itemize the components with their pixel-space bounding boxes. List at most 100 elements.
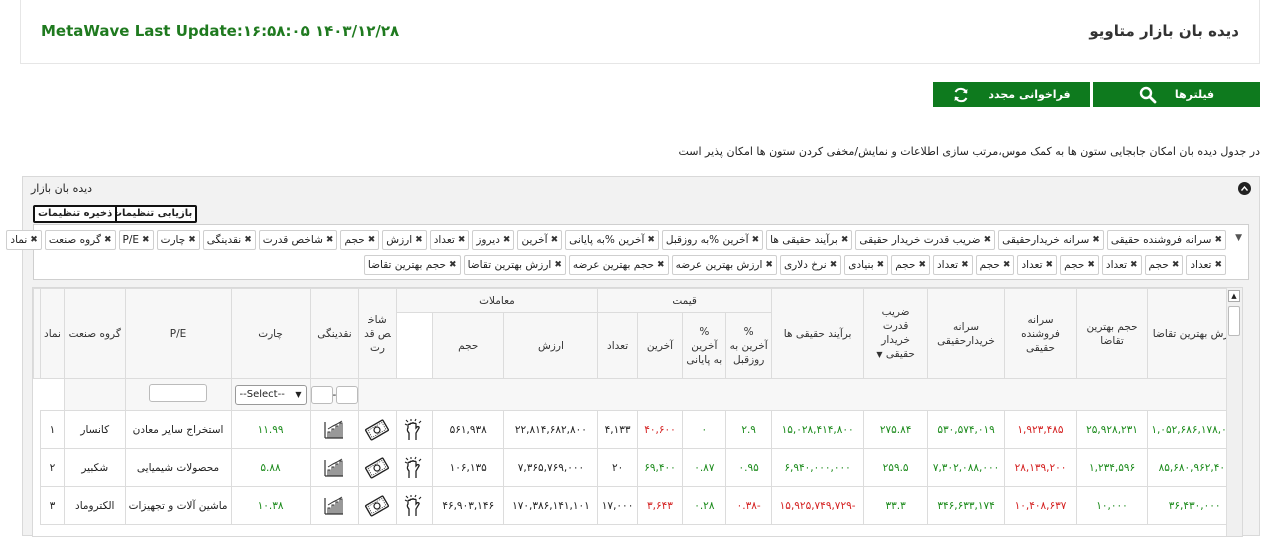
column-tag[interactable]: ✖ حجم	[1060, 255, 1099, 275]
col-pe[interactable]: P/E	[124, 288, 232, 379]
col-best-bid-vol[interactable]: حجم بهترین تقاضا	[1075, 288, 1149, 379]
chart-icon[interactable]	[309, 448, 360, 487]
col-value[interactable]: ارزش	[503, 312, 599, 379]
column-tag[interactable]: ✖ ضریب قدرت خریدار حقیقی	[855, 230, 996, 250]
remove-tag-icon[interactable]: ✖	[142, 235, 150, 245]
restore-settings-button[interactable]: بازیابی تنظیمات	[107, 205, 198, 223]
remove-tag-icon[interactable]: ✖	[1172, 260, 1180, 270]
remove-tag-icon[interactable]: ✖	[877, 260, 885, 270]
remove-tag-icon[interactable]: ✖	[551, 235, 559, 245]
remove-tag-icon[interactable]: ✖	[449, 260, 457, 270]
column-tag[interactable]: ✖ تعداد	[429, 230, 470, 250]
remove-tag-icon[interactable]: ✖	[765, 260, 773, 270]
reload-button[interactable]: فراخوانی مجدد	[933, 82, 1090, 107]
table-row[interactable]: ۱,۰۵۲,۶۸۶,۱۷۸,۰۰۰ ۲۵,۹۲۸,۲۳۱ ۱,۹۲۳,۴۸۵ ۵۳۰,…	[34, 410, 1242, 449]
col-liquidity[interactable]: نقدینگی	[309, 288, 360, 379]
remove-tag-icon[interactable]: ✖	[415, 235, 423, 245]
power-icon[interactable]	[395, 410, 433, 449]
group-select[interactable]: --Select-- ▼	[234, 384, 307, 405]
remove-tag-icon[interactable]: ✖	[841, 235, 849, 245]
col-last[interactable]: آخرین	[636, 312, 684, 379]
remove-tag-icon[interactable]: ✖	[752, 235, 760, 245]
pe-max-input[interactable]	[336, 385, 358, 404]
column-tag[interactable]: ✖ ارزش بهترین تقاضا	[463, 255, 566, 275]
cell-namad[interactable]: شکبیر	[63, 448, 126, 487]
scroll-up-icon[interactable]: ▲	[1228, 290, 1240, 302]
remove-tag-icon[interactable]: ✖	[1003, 260, 1011, 270]
remove-tag-icon[interactable]: ✖	[830, 260, 838, 270]
column-tag[interactable]: ✖ تعداد	[1101, 255, 1142, 275]
column-tag[interactable]: ✖ حجم	[340, 230, 380, 250]
col-real-buy-power[interactable]: ضریب قدرت خریدار حقیقی ▼	[863, 288, 928, 379]
col-count[interactable]: تعداد	[597, 312, 638, 379]
column-tag[interactable]: ✖ حجم	[975, 255, 1015, 275]
remove-tag-icon[interactable]: ✖	[647, 235, 655, 245]
column-tag[interactable]: ✖ ارزش	[382, 230, 427, 250]
remove-tag-icon[interactable]: ✖	[188, 235, 196, 245]
column-tag[interactable]: ✖ تعداد	[933, 255, 973, 275]
remove-tag-icon[interactable]: ✖	[503, 235, 511, 245]
col-namad[interactable]: نماد	[40, 288, 65, 379]
column-tag[interactable]: ✖ سرانه خریدارحقیقی	[998, 230, 1104, 250]
column-tag[interactable]: ✖ حجم	[1144, 255, 1184, 275]
remove-tag-icon[interactable]: ✖	[1087, 260, 1095, 270]
column-tag[interactable]: ✖ گروه صنعت	[44, 230, 116, 250]
column-tag[interactable]: ✖ آخرین %به روزقبل	[661, 230, 764, 250]
column-tag[interactable]: ✖ نماد	[6, 230, 42, 250]
column-tag[interactable]: ✖ حجم	[891, 255, 930, 275]
pe-min-input[interactable]	[311, 385, 333, 404]
chart-icon[interactable]	[309, 410, 360, 449]
column-tag[interactable]: ✖ برآیند حقیقی ها	[766, 230, 853, 250]
col-seller-per-capita[interactable]: سرانه فروشنده حقیقی	[1004, 288, 1077, 379]
remove-tag-icon[interactable]: ✖	[368, 235, 376, 245]
liquidity-icon[interactable]	[358, 448, 397, 487]
column-selector[interactable]: ▼ ✖ سرانه فروشنده حقیقی ✖ سرانه خریدارحقیقی…	[6, 224, 1249, 280]
chevron-down-icon[interactable]: ▼	[1235, 233, 1242, 243]
remove-tag-icon[interactable]: ✖	[1130, 260, 1138, 270]
remove-tag-icon[interactable]: ✖	[1092, 235, 1100, 245]
cell-namad[interactable]: الکتروماد	[63, 486, 126, 525]
vertical-scrollbar[interactable]: ▲	[1226, 288, 1242, 536]
chart-icon[interactable]	[309, 486, 360, 525]
remove-tag-icon[interactable]: ✖	[918, 260, 926, 270]
column-tag[interactable]: ✖ نقدینگی	[202, 230, 256, 250]
remove-tag-icon[interactable]: ✖	[984, 235, 992, 245]
remove-tag-icon[interactable]: ✖	[554, 260, 562, 270]
remove-tag-icon[interactable]: ✖	[657, 260, 665, 270]
remove-tag-icon[interactable]: ✖	[104, 235, 112, 245]
save-settings-button[interactable]: ذخیره تنظیمات	[33, 205, 118, 223]
remove-tag-icon[interactable]: ✖	[458, 235, 466, 245]
column-tag[interactable]: ✖ تعداد	[1017, 255, 1058, 275]
remove-tag-icon[interactable]: ✖	[1046, 260, 1054, 270]
column-tag[interactable]: ✖ سرانه فروشنده حقیقی	[1106, 230, 1226, 250]
liquidity-icon[interactable]	[358, 410, 397, 449]
collapse-icon[interactable]	[1238, 182, 1251, 195]
filters-button[interactable]: فیلترها	[1093, 82, 1260, 107]
column-tag[interactable]: ✖ ارزش بهترین عرضه	[671, 255, 777, 275]
namad-filter-input[interactable]	[149, 384, 208, 402]
column-tag[interactable]: ✖ حجم بهترین عرضه	[568, 255, 669, 275]
remove-tag-icon[interactable]: ✖	[1214, 260, 1222, 270]
column-tag[interactable]: ✖ شاخص قدرت	[258, 230, 338, 250]
col-last-close-pct[interactable]: % آخرین به پایانی	[682, 312, 727, 379]
remove-tag-icon[interactable]: ✖	[326, 235, 334, 245]
table-row[interactable]: ۳۶,۴۳۰,۰۰۰ ۱۰,۰۰۰ ۱۰,۴۰۸,۶۳۷ ۳۴۶,۶۳۳,۱۷۴ ۳۳.…	[34, 486, 1242, 525]
column-tag[interactable]: ✖ P/E	[118, 230, 154, 250]
col-last-prev-pct[interactable]: % آخرین به روزقبل	[725, 312, 772, 379]
column-tag[interactable]: ✖ دیروز	[472, 230, 515, 250]
power-icon[interactable]	[395, 486, 433, 525]
remove-tag-icon[interactable]: ✖	[244, 235, 252, 245]
col-group[interactable]: گروه صنعت	[63, 288, 126, 379]
column-tag[interactable]: ✖ تعداد	[1186, 255, 1226, 275]
liquidity-icon[interactable]	[358, 486, 397, 525]
column-tag[interactable]: ✖ بنیادی	[844, 255, 889, 275]
col-buyer-per-capita[interactable]: سرانه خریدارحقیقی	[926, 288, 1006, 379]
column-tag[interactable]: ✖ آخرین	[517, 230, 563, 250]
table-row[interactable]: ۸۵,۶۸۰,۹۶۲,۴۰۰ ۱,۲۳۴,۵۹۶ ۲۸,۱۳۹,۲۰۰ ۷,۳۰۲,۰…	[34, 448, 1242, 487]
remove-tag-icon[interactable]: ✖	[1214, 235, 1222, 245]
cell-namad[interactable]: کانسار	[63, 410, 126, 449]
column-tag[interactable]: ✖ حجم بهترین تقاضا	[363, 255, 461, 275]
col-chart[interactable]: چارت	[230, 288, 311, 379]
col-power[interactable]: شاخص قدرت	[358, 288, 397, 379]
column-tag[interactable]: ✖ چارت	[156, 230, 200, 250]
